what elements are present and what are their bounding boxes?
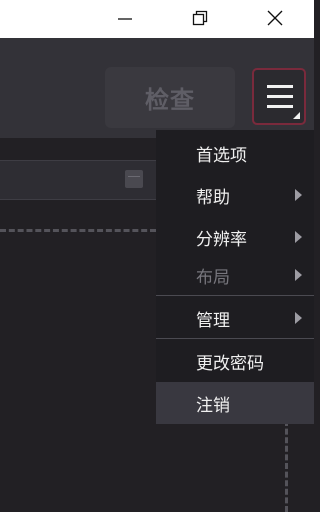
submenu-arrow-icon [295, 312, 302, 324]
menu-item-label: 帮助 [196, 187, 230, 208]
window-titlebar [0, 0, 314, 38]
menu-item-resolution[interactable]: 分辨率 [156, 216, 314, 258]
submenu-arrow-icon [295, 189, 302, 201]
menu-item-manage[interactable]: 管理 [156, 297, 314, 339]
submenu-arrow-icon [295, 231, 302, 243]
menu-divider [156, 338, 314, 339]
close-icon [267, 10, 283, 26]
menu-item-help[interactable]: 帮助 [156, 174, 314, 216]
menu-item-layout: 布局 [156, 254, 314, 296]
menu-item-change-password[interactable]: 更改密码 [156, 340, 314, 382]
menu-item-preferences[interactable]: 首选项 [156, 132, 314, 174]
menu-item-label: 分辨率 [196, 229, 247, 250]
dashed-vertical-line [285, 420, 288, 512]
close-button[interactable] [253, 0, 297, 36]
restore-button[interactable] [178, 0, 222, 36]
restore-icon [192, 10, 208, 26]
dropdown-menu: 首选项 帮助 分辨率 布局 管理 更改密码 注销 [156, 130, 314, 424]
menu-item-label: 管理 [196, 310, 230, 331]
menu-item-label: 注销 [196, 395, 230, 416]
submenu-arrow-icon [295, 269, 302, 281]
dashed-divider [0, 229, 156, 232]
menu-item-logout[interactable]: 注销 [156, 382, 314, 424]
field-bar [0, 160, 156, 200]
menu-item-label: 更改密码 [196, 353, 264, 374]
calendar-icon[interactable] [125, 170, 143, 188]
menu-divider [156, 295, 314, 296]
minimize-button[interactable] [103, 0, 147, 36]
toolbar: 检查 [0, 38, 314, 138]
inspect-button[interactable]: 检查 [105, 67, 235, 128]
corner-indicator-icon [293, 112, 300, 119]
menu-item-label: 首选项 [196, 145, 247, 166]
minimize-icon [118, 18, 132, 20]
hamburger-menu-button[interactable] [252, 68, 306, 125]
menu-item-label: 布局 [196, 267, 230, 288]
